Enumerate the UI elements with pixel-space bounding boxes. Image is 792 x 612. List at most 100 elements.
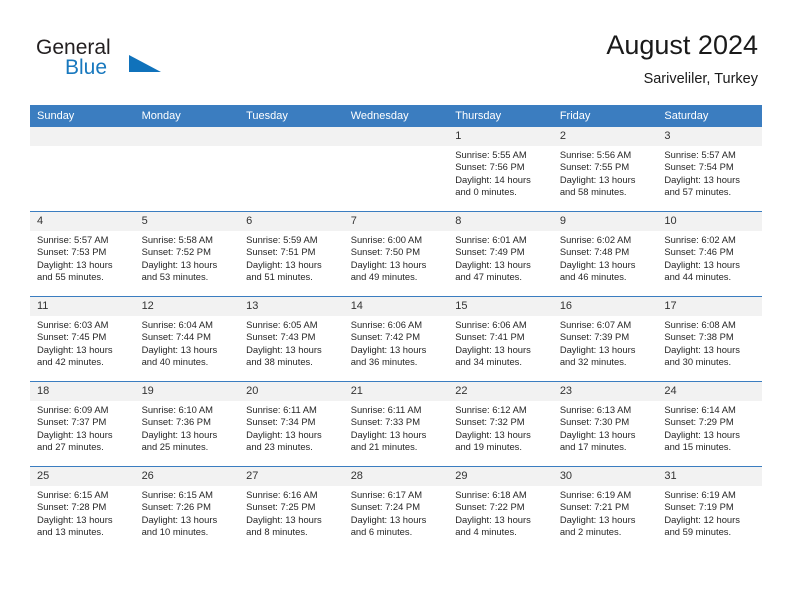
calendar-day-cell[interactable]: 24 Sunrise: 6:14 AM Sunset: 7:29 PM Dayligh…	[657, 381, 762, 467]
calendar-day-cell[interactable]: 21 Sunrise: 6:11 AM Sunset: 7:33 PM Dayligh…	[343, 381, 449, 467]
daylight-text-line1: Daylight: 13 hours	[141, 258, 218, 270]
daylight-text-line2: and 38 minutes.	[246, 355, 313, 367]
day-number: 13	[239, 297, 344, 316]
calendar-day-cell[interactable]: 12 Sunrise: 6:04 AM Sunset: 7:44 PM Dayligh…	[134, 296, 240, 382]
day-details: Sunrise: 6:02 AM Sunset: 7:46 PM Daylight:…	[657, 231, 762, 283]
daylight-text-line2: and 58 minutes.	[559, 185, 627, 197]
sunset-text: Sunset: 7:28 PM	[37, 501, 107, 513]
calendar-table: Sunday Monday Tuesday Wednesday Thursday…	[30, 105, 762, 551]
daylight-text-line2: and 4 minutes.	[455, 525, 517, 537]
day-details: Sunrise: 6:17 AM Sunset: 7:24 PM Daylight:…	[344, 486, 449, 538]
calendar-day-cell[interactable]: 23 Sunrise: 6:13 AM Sunset: 7:30 PM Dayligh…	[552, 381, 658, 467]
daylight-text-line2: and 42 minutes.	[37, 355, 104, 367]
calendar-day-cell[interactable]: 31 Sunrise: 6:19 AM Sunset: 7:19 PM Dayligh…	[657, 466, 762, 551]
calendar-day-cell[interactable]: 1 Sunrise: 5:55 AM Sunset: 7:56 PM Daylight…	[448, 127, 553, 212]
daylight-text-line1: Daylight: 13 hours	[246, 258, 322, 270]
daylight-text-line2: and 30 minutes.	[664, 355, 732, 367]
day-number: 3	[657, 127, 762, 146]
calendar-day-cell[interactable]: 15 Sunrise: 6:06 AM Sunset: 7:41 PM Dayligh…	[448, 296, 553, 382]
sunset-text: Sunset: 7:26 PM	[141, 501, 211, 513]
calendar-day-cell[interactable]: 7 Sunrise: 6:00 AM Sunset: 7:50 PM Daylight…	[343, 211, 449, 297]
calendar-day-cell[interactable]: 14 Sunrise: 6:06 AM Sunset: 7:42 PM Dayligh…	[343, 296, 449, 382]
calendar-day-cell[interactable]: 25 Sunrise: 6:15 AM Sunset: 7:28 PM Dayligh…	[30, 466, 135, 551]
sunset-text: Sunset: 7:48 PM	[559, 246, 630, 258]
day-number	[30, 127, 135, 146]
page-subtitle: Sariveliler, Turkey	[643, 71, 758, 87]
page-title: August 2024	[606, 30, 758, 60]
daylight-text-line2: and 34 minutes.	[455, 355, 522, 367]
sunset-text: Sunset: 7:46 PM	[664, 246, 734, 258]
daylight-text-line1: Daylight: 13 hours	[350, 513, 427, 525]
sunset-text: Sunset: 7:49 PM	[455, 246, 525, 258]
sunset-text: Sunset: 7:50 PM	[350, 246, 420, 258]
calendar-day-cell[interactable]: 13 Sunrise: 6:05 AM Sunset: 7:43 PM Dayligh…	[239, 296, 344, 382]
daylight-text-line2: and 36 minutes.	[350, 355, 418, 367]
weekday-header-sunday: Sunday	[30, 105, 135, 127]
daylight-text-line2: and 40 minutes.	[141, 355, 209, 367]
sunrise-text: Sunrise: 5:56 AM	[559, 149, 632, 160]
day-number: 16	[552, 297, 658, 316]
day-number	[134, 127, 240, 146]
day-details: Sunrise: 6:12 AM Sunset: 7:32 PM Daylight:…	[448, 401, 553, 453]
daylight-text-line2: and 0 minutes.	[455, 185, 517, 197]
daylight-text-line1: Daylight: 13 hours	[559, 513, 636, 525]
daylight-text-line1: Daylight: 13 hours	[559, 173, 636, 185]
day-number	[343, 127, 449, 146]
daylight-text-line2: and 59 minutes.	[664, 525, 732, 537]
calendar-body: 1 Sunrise: 5:55 AM Sunset: 7:56 PM Daylight…	[30, 127, 762, 551]
sunrise-text: Sunrise: 6:09 AM	[37, 404, 109, 415]
calendar-day-cell[interactable]: 8 Sunrise: 6:01 AM Sunset: 7:49 PM Daylight…	[448, 211, 553, 297]
calendar-day-cell[interactable]: 5 Sunrise: 5:58 AM Sunset: 7:52 PM Daylight…	[134, 211, 240, 297]
calendar-day-cell[interactable]: 30 Sunrise: 6:19 AM Sunset: 7:21 PM Dayligh…	[552, 466, 658, 551]
calendar-week-row: 25 Sunrise: 6:15 AM Sunset: 7:28 PM Dayligh…	[30, 466, 762, 551]
calendar-day-cell[interactable]: 27 Sunrise: 6:16 AM Sunset: 7:25 PM Dayligh…	[239, 466, 344, 551]
calendar-day-cell[interactable]: 20 Sunrise: 6:11 AM Sunset: 7:34 PM Dayligh…	[239, 381, 344, 467]
daylight-text-line2: and 8 minutes.	[246, 525, 308, 537]
sunset-text: Sunset: 7:37 PM	[37, 416, 107, 428]
day-number: 31	[657, 467, 762, 486]
calendar-day-cell[interactable]: 22 Sunrise: 6:12 AM Sunset: 7:32 PM Dayligh…	[448, 381, 553, 467]
calendar-day-cell[interactable]: 29 Sunrise: 6:18 AM Sunset: 7:22 PM Dayligh…	[448, 466, 553, 551]
general-blue-logo[interactable]: General Blue	[36, 36, 236, 88]
sunrise-text: Sunrise: 5:59 AM	[246, 234, 318, 245]
sunrise-text: Sunrise: 6:06 AM	[350, 319, 423, 330]
daylight-text-line1: Daylight: 13 hours	[455, 258, 531, 270]
sunrise-text: Sunrise: 5:57 AM	[37, 234, 109, 245]
calendar-day-cell[interactable]: 2 Sunrise: 5:56 AM Sunset: 7:55 PM Daylight…	[552, 127, 658, 212]
calendar-day-cell[interactable]: 6 Sunrise: 5:59 AM Sunset: 7:51 PM Daylight…	[239, 211, 344, 297]
calendar-day-cell[interactable]: 11 Sunrise: 6:03 AM Sunset: 7:45 PM Dayligh…	[30, 296, 135, 382]
title-block: August 2024 Sariveliler, Turkey	[606, 28, 758, 90]
day-number: 19	[134, 382, 240, 401]
daylight-text-line2: and 32 minutes.	[559, 355, 627, 367]
day-number: 18	[30, 382, 135, 401]
calendar-header-row: Sunday Monday Tuesday Wednesday Thursday…	[30, 105, 762, 127]
day-details: Sunrise: 6:10 AM Sunset: 7:36 PM Daylight:…	[135, 401, 240, 453]
daylight-text-line1: Daylight: 13 hours	[664, 428, 740, 440]
day-number: 7	[343, 212, 449, 231]
sunset-text: Sunset: 7:25 PM	[246, 501, 316, 513]
day-details: Sunrise: 6:14 AM Sunset: 7:29 PM Daylight:…	[657, 401, 762, 453]
calendar-day-cell[interactable]: 28 Sunrise: 6:17 AM Sunset: 7:24 PM Dayligh…	[343, 466, 449, 551]
calendar-day-cell[interactable]: 16 Sunrise: 6:07 AM Sunset: 7:39 PM Dayligh…	[552, 296, 658, 382]
calendar-day-cell[interactable]: 10 Sunrise: 6:02 AM Sunset: 7:46 PM Dayligh…	[657, 211, 762, 297]
calendar-day-cell[interactable]: 4 Sunrise: 5:57 AM Sunset: 7:53 PM Daylight…	[30, 211, 135, 297]
calendar-day-cell[interactable]: 19 Sunrise: 6:10 AM Sunset: 7:36 PM Dayligh…	[134, 381, 240, 467]
daylight-text-line2: and 49 minutes.	[350, 270, 418, 282]
calendar-week-row: 4 Sunrise: 5:57 AM Sunset: 7:53 PM Daylight…	[30, 211, 762, 297]
day-details: Sunrise: 5:59 AM Sunset: 7:51 PM Daylight:…	[239, 231, 344, 283]
calendar-day-cell[interactable]: 3 Sunrise: 5:57 AM Sunset: 7:54 PM Daylight…	[657, 127, 762, 212]
sunset-text: Sunset: 7:19 PM	[664, 501, 734, 513]
sunrise-text: Sunrise: 6:10 AM	[141, 404, 213, 415]
calendar-day-cell[interactable]: 9 Sunrise: 6:02 AM Sunset: 7:48 PM Daylight…	[552, 211, 658, 297]
daylight-text-line1: Daylight: 13 hours	[559, 343, 636, 355]
calendar-day-cell[interactable]: 18 Sunrise: 6:09 AM Sunset: 7:37 PM Dayligh…	[30, 381, 135, 467]
calendar-day-cell[interactable]: 26 Sunrise: 6:15 AM Sunset: 7:26 PM Dayligh…	[134, 466, 240, 551]
sunset-text: Sunset: 7:38 PM	[664, 331, 734, 343]
sunrise-text: Sunrise: 6:00 AM	[350, 234, 423, 245]
sunrise-text: Sunrise: 6:11 AM	[246, 404, 317, 415]
sunrise-text: Sunrise: 6:19 AM	[559, 489, 632, 500]
day-details: Sunrise: 6:00 AM Sunset: 7:50 PM Daylight:…	[344, 231, 449, 283]
calendar-week-row: 1 Sunrise: 5:55 AM Sunset: 7:56 PM Daylight…	[30, 127, 762, 212]
calendar-day-cell[interactable]: 17 Sunrise: 6:08 AM Sunset: 7:38 PM Dayligh…	[657, 296, 762, 382]
day-number: 29	[448, 467, 553, 486]
